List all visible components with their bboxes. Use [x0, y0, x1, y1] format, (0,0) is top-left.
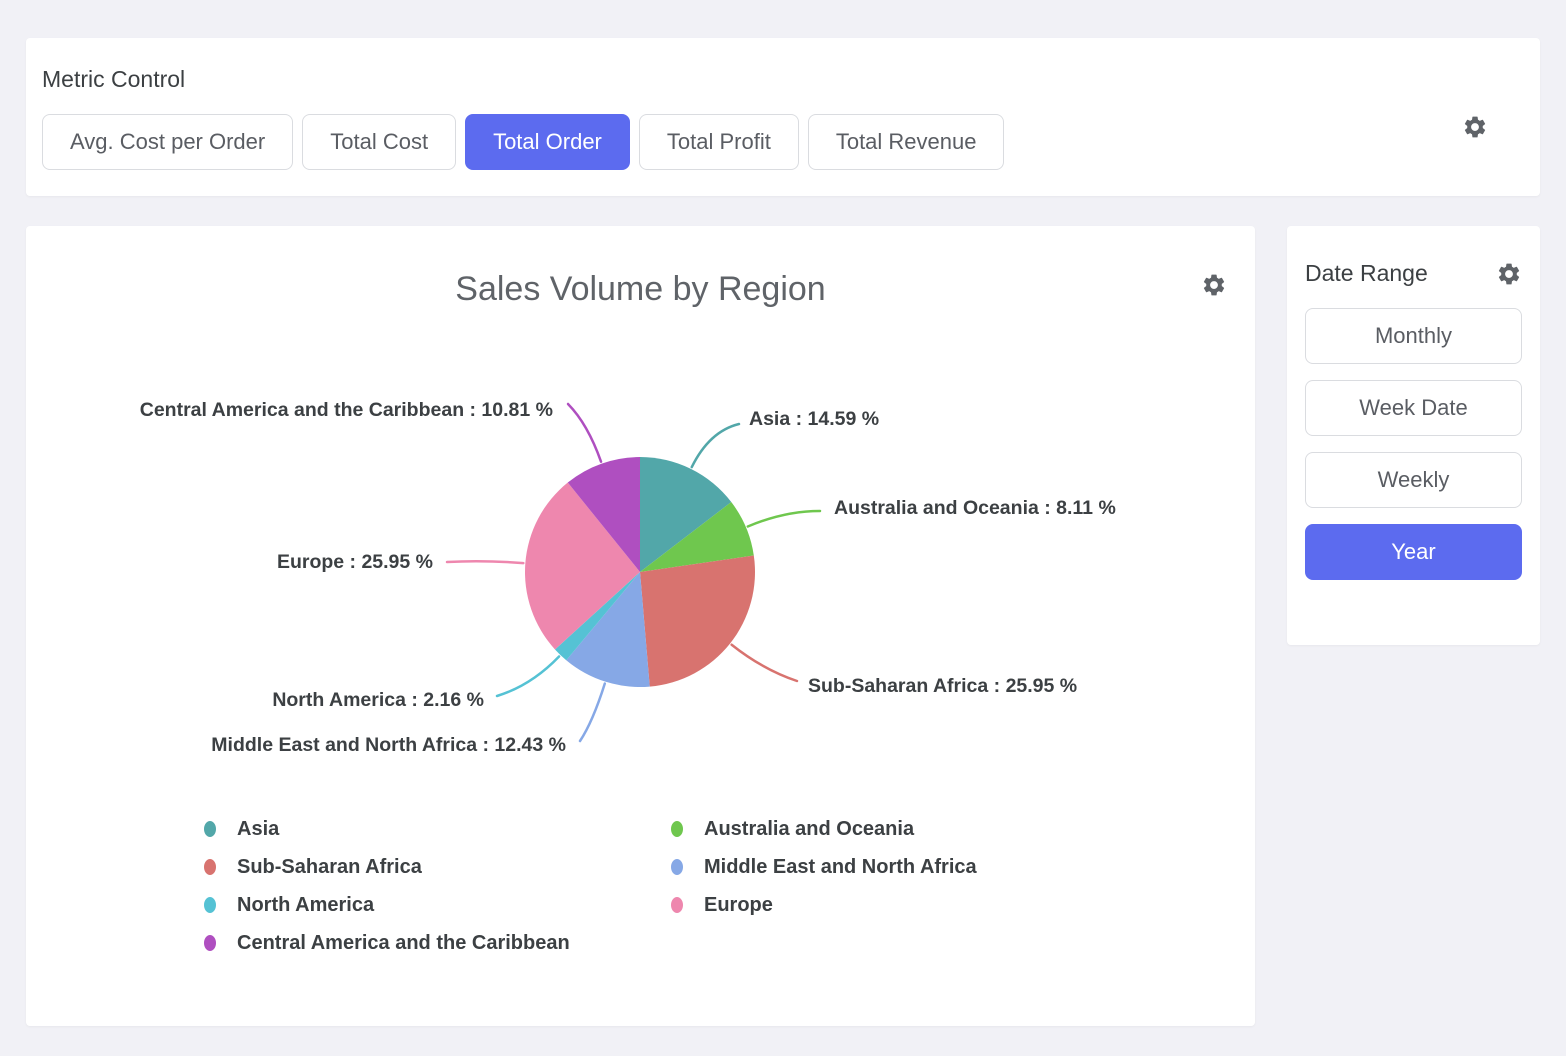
legend-item-north-america[interactable]: North America [204, 891, 671, 919]
pie-callout-europe: Europe : 25.95 % [277, 551, 433, 573]
metric-control-title: Metric Control [42, 66, 1524, 93]
metric-button-avg-cost-per-order[interactable]: Avg. Cost per Order [42, 114, 293, 170]
legend-label: Central America and the Caribbean [237, 932, 570, 955]
pie-callout-middle-east-and-north-africa: Middle East and North Africa : 12.43 % [211, 734, 566, 756]
dashboard-page: Metric Control Avg. Cost per Order Total… [0, 0, 1566, 1056]
legend-label: Australia and Oceania [704, 818, 914, 841]
chart-settings-button[interactable] [1201, 272, 1227, 298]
legend-label: Middle East and North Africa [704, 856, 977, 879]
legend-label: Asia [237, 818, 279, 841]
date-range-settings-button[interactable] [1496, 261, 1522, 287]
leader-line-north-america [497, 656, 559, 696]
gear-icon [1201, 272, 1227, 298]
legend-item-sub-saharan-africa[interactable]: Sub-Saharan Africa [204, 853, 671, 881]
leader-line-middle-east-and-north-africa [580, 684, 605, 741]
metric-control-settings-button[interactable] [1462, 114, 1488, 140]
pie-callout-asia: Asia : 14.59 % [749, 408, 879, 430]
metric-button-total-profit[interactable]: Total Profit [639, 114, 799, 170]
pie-slice-sub-saharan-africa[interactable] [640, 555, 755, 686]
leader-line-sub-saharan-africa [732, 645, 797, 681]
pie-callout-central-america-and-the-caribbean: Central America and the Caribbean : 10.8… [140, 399, 553, 421]
legend-label: Europe [704, 894, 773, 917]
gear-icon [1462, 114, 1488, 140]
pie-callout-australia-and-oceania: Australia and Oceania : 8.11 % [834, 497, 1116, 519]
metric-button-total-cost[interactable]: Total Cost [302, 114, 456, 170]
date-range-button-week-date[interactable]: Week Date [1305, 380, 1522, 436]
pie-callout-north-america: North America : 2.16 % [272, 689, 484, 711]
leader-line-europe [447, 561, 523, 563]
chart-title: Sales Volume by Region [26, 226, 1255, 309]
date-range-card: Date Range Monthly Week Date Weekly Year [1287, 226, 1540, 645]
chart-legend: Asia Australia and Oceania Sub-Saharan A… [204, 815, 1255, 957]
date-range-button-weekly[interactable]: Weekly [1305, 452, 1522, 508]
sales-volume-chart-card: Sales Volume by Region Asia : 14.59 % Aus… [26, 226, 1255, 1026]
legend-item-australia-and-oceania[interactable]: Australia and Oceania [671, 815, 1255, 843]
pie-chart: Asia : 14.59 % Australia and Oceania : 8.… [26, 333, 1255, 803]
legend-item-asia[interactable]: Asia [204, 815, 671, 843]
legend-marker [204, 935, 216, 951]
date-range-button-year[interactable]: Year [1305, 524, 1522, 580]
legend-marker [204, 821, 216, 837]
leader-line-central-america-and-the-caribbean [568, 404, 601, 462]
legend-marker [671, 821, 683, 837]
gear-icon [1496, 261, 1522, 287]
legend-item-middle-east-and-north-africa[interactable]: Middle East and North Africa [671, 853, 1255, 881]
date-range-button-monthly[interactable]: Monthly [1305, 308, 1522, 364]
legend-item-central-america-and-the-caribbean[interactable]: Central America and the Caribbean [204, 929, 671, 957]
metric-control-card: Metric Control Avg. Cost per Order Total… [26, 38, 1540, 196]
date-range-title: Date Range [1305, 260, 1428, 287]
legend-marker [204, 897, 216, 913]
legend-item-europe[interactable]: Europe [671, 891, 1255, 919]
legend-label: North America [237, 894, 374, 917]
metric-buttons-row: Avg. Cost per Order Total Cost Total Ord… [42, 114, 1524, 170]
legend-marker [671, 897, 683, 913]
pie-callout-sub-saharan-africa: Sub-Saharan Africa : 25.95 % [808, 675, 1077, 697]
legend-marker [671, 859, 683, 875]
metric-button-total-order[interactable]: Total Order [465, 114, 630, 170]
metric-button-total-revenue[interactable]: Total Revenue [808, 114, 1005, 170]
leader-line-asia [692, 424, 739, 467]
leader-line-australia-and-oceania [748, 511, 820, 527]
legend-marker [204, 859, 216, 875]
legend-label: Sub-Saharan Africa [237, 856, 422, 879]
